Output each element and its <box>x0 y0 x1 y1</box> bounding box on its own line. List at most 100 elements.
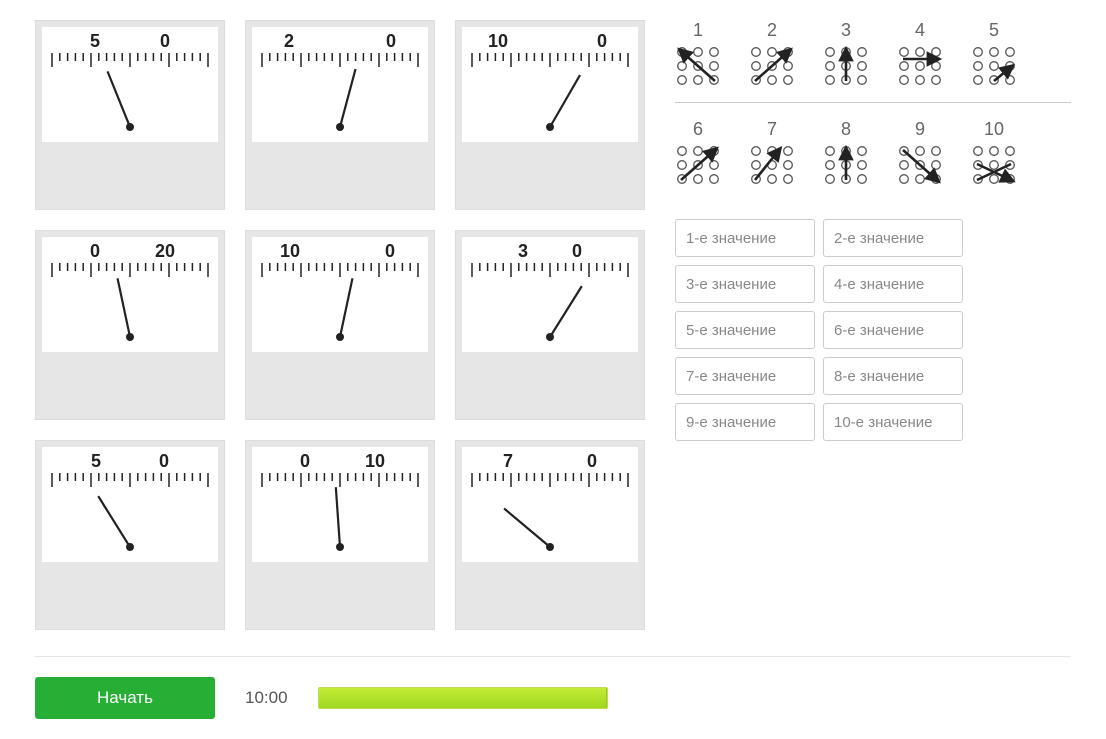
key-number: 6 <box>675 119 721 140</box>
key-number: 5 <box>971 20 1017 41</box>
gauge-face: 5 0 <box>42 447 218 562</box>
answer-input-10[interactable] <box>823 403 963 441</box>
answer-input-1[interactable] <box>675 219 815 257</box>
key-cell-2: 2 <box>749 20 795 92</box>
gauge-label-left: 3 <box>503 241 543 263</box>
key-glyph-icon <box>971 45 1017 92</box>
gauge-needle <box>468 263 632 343</box>
key-glyph-icon <box>897 144 943 191</box>
gauge-labels: 0 10 <box>252 451 428 473</box>
answer-input-3[interactable] <box>675 265 815 303</box>
key-cell-7: 7 <box>749 119 795 191</box>
gauge-card-6: 3 0 <box>455 230 645 420</box>
gauge-label-right: 0 <box>144 451 184 473</box>
progress-fill <box>319 688 607 708</box>
key-glyph-icon <box>971 144 1017 191</box>
gauge-face: 2 0 <box>252 27 428 142</box>
key-row-bottom: 6 7 8 9 10 <box>675 119 1071 191</box>
progress-bar <box>318 687 608 709</box>
gauge-card-7: 5 0 <box>35 440 225 630</box>
gauge-face: 0 10 <box>252 447 428 562</box>
key-number: 10 <box>971 119 1017 140</box>
key-cell-8: 8 <box>823 119 869 191</box>
key-glyph-icon <box>823 45 869 92</box>
gauge-needle <box>48 473 212 553</box>
footer: Начать 10:00 <box>35 656 1071 719</box>
key-number: 8 <box>823 119 869 140</box>
gauge-label-left: 0 <box>285 451 325 473</box>
gauge-label-right: 0 <box>582 31 622 53</box>
gauge-label-right: 10 <box>355 451 395 473</box>
gauge-needle <box>48 53 212 133</box>
timer-display: 10:00 <box>245 688 288 708</box>
key-cell-3: 3 <box>823 20 869 92</box>
key-cell-10: 10 <box>971 119 1017 191</box>
key-number: 1 <box>675 20 721 41</box>
gauge-needle <box>48 263 212 343</box>
gauge-labels: 10 0 <box>252 241 428 263</box>
answer-input-4[interactable] <box>823 265 963 303</box>
answer-input-5[interactable] <box>675 311 815 349</box>
answer-input-2[interactable] <box>823 219 963 257</box>
gauge-label-left: 5 <box>75 31 115 53</box>
gauge-card-3: 10 0 <box>455 20 645 210</box>
key-number: 7 <box>749 119 795 140</box>
answer-input-9[interactable] <box>675 403 815 441</box>
gauge-label-right: 20 <box>145 241 185 263</box>
gauge-needle <box>468 53 632 133</box>
gauge-label-left: 10 <box>478 31 518 53</box>
key-cell-4: 4 <box>897 20 943 92</box>
key-number: 2 <box>749 20 795 41</box>
gauge-label-left: 7 <box>488 451 528 473</box>
gauge-grid: 5 0 2 0 10 0 <box>35 20 645 630</box>
gauge-labels: 5 0 <box>42 451 218 473</box>
key-cell-9: 9 <box>897 119 943 191</box>
key-row-top: 1 2 3 4 5 <box>675 20 1071 103</box>
gauge-needle <box>258 263 422 343</box>
gauge-labels: 7 0 <box>462 451 638 473</box>
key-number: 9 <box>897 119 943 140</box>
gauge-labels: 0 20 <box>42 241 218 263</box>
key-cell-5: 5 <box>971 20 1017 92</box>
gauge-label-right: 0 <box>557 241 597 263</box>
key-number: 3 <box>823 20 869 41</box>
gauge-face: 10 0 <box>252 237 428 352</box>
key-glyph-icon <box>675 144 721 191</box>
gauge-labels: 2 0 <box>252 31 428 53</box>
key-number: 4 <box>897 20 943 41</box>
key-glyph-icon <box>749 45 795 92</box>
gauge-labels: 3 0 <box>462 241 638 263</box>
gauge-face: 0 20 <box>42 237 218 352</box>
gauge-needle <box>468 473 632 553</box>
gauge-label-right: 0 <box>371 31 411 53</box>
gauge-card-1: 5 0 <box>35 20 225 210</box>
gauge-face: 5 0 <box>42 27 218 142</box>
answer-input-8[interactable] <box>823 357 963 395</box>
gauge-face: 7 0 <box>462 447 638 562</box>
gauge-face: 10 0 <box>462 27 638 142</box>
gauge-label-right: 0 <box>572 451 612 473</box>
gauge-card-9: 7 0 <box>455 440 645 630</box>
answer-inputs <box>675 219 1071 441</box>
gauge-needle <box>258 473 422 553</box>
gauge-label-left: 5 <box>76 451 116 473</box>
key-cell-6: 6 <box>675 119 721 191</box>
gauge-card-2: 2 0 <box>245 20 435 210</box>
gauge-card-4: 0 20 <box>35 230 225 420</box>
right-column: 1 2 3 4 5 <box>675 20 1071 630</box>
gauge-label-left: 2 <box>269 31 309 53</box>
gauge-labels: 10 0 <box>462 31 638 53</box>
key-cell-1: 1 <box>675 20 721 92</box>
gauge-label-left: 0 <box>75 241 115 263</box>
start-button[interactable]: Начать <box>35 677 215 719</box>
gauge-label-right: 0 <box>145 31 185 53</box>
answer-input-7[interactable] <box>675 357 815 395</box>
gauge-card-5: 10 0 <box>245 230 435 420</box>
gauge-card-8: 0 10 <box>245 440 435 630</box>
key-glyph-icon <box>675 45 721 92</box>
gauge-label-right: 0 <box>370 241 410 263</box>
gauge-labels: 5 0 <box>42 31 218 53</box>
answer-input-6[interactable] <box>823 311 963 349</box>
key-glyph-icon <box>897 45 943 92</box>
gauge-face: 3 0 <box>462 237 638 352</box>
